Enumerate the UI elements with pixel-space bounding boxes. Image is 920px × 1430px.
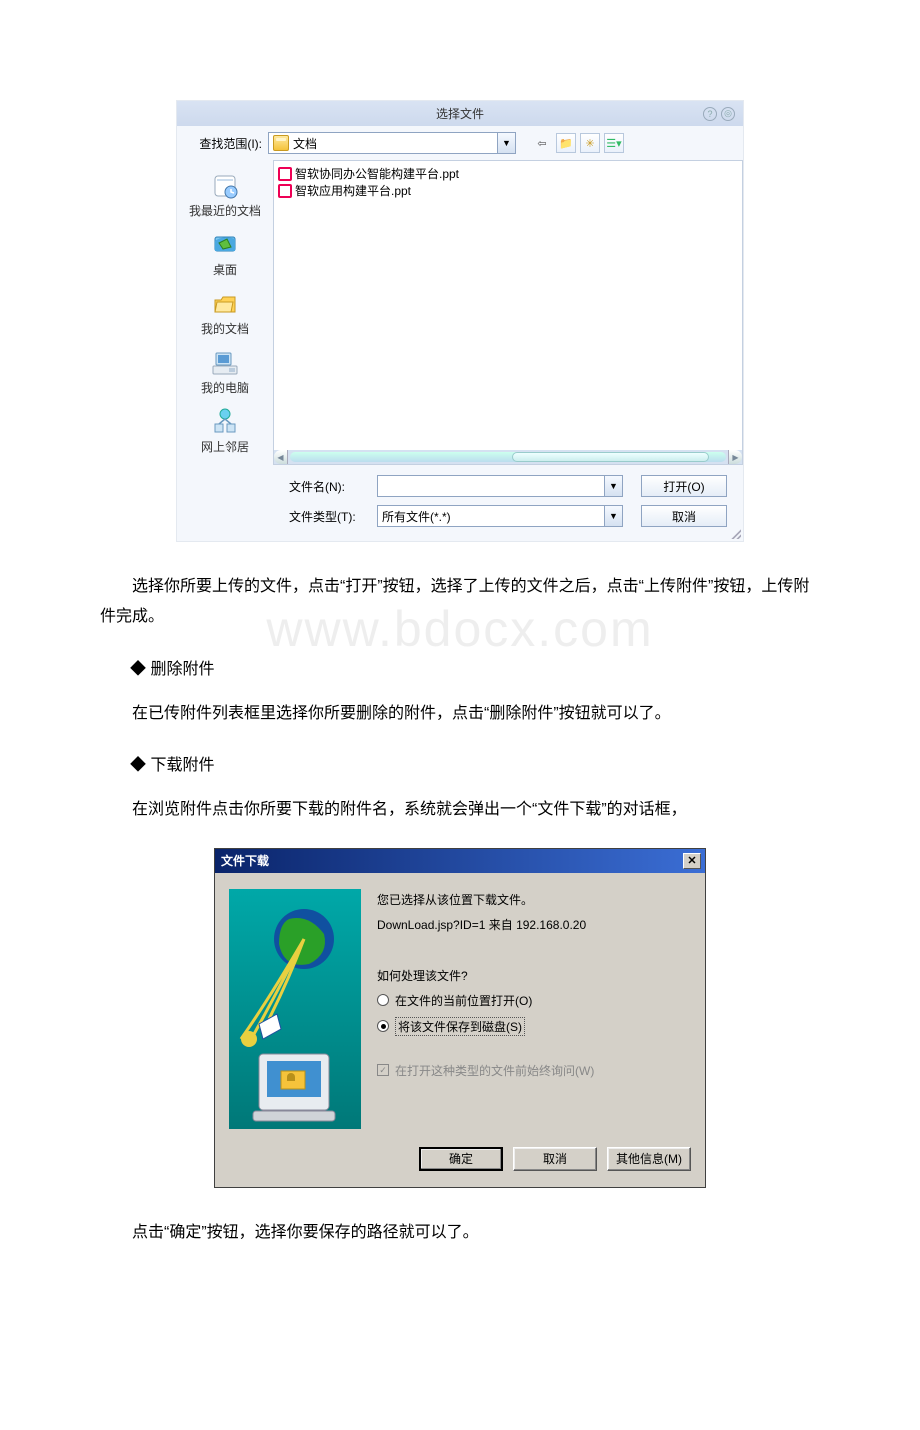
mydocs-icon xyxy=(209,288,241,320)
always-ask-checkbox[interactable]: ✓ 在打开这种类型的文件前始终询问(W) xyxy=(377,1062,691,1079)
place-label: 桌面 xyxy=(213,261,237,278)
file-download-dialog: 文件下载 ✕ 您已选择从该位置下载文件。 DownLoad.jsp?ID=1 来… xyxy=(214,848,706,1188)
back-icon[interactable]: ⇦ xyxy=(532,133,552,153)
paragraph: 在浏览附件点击你所要下载的附件名，系统就会弹出一个“文件下载”的对话框， xyxy=(100,795,820,825)
filetype-value: 所有文件(*.*) xyxy=(378,506,604,526)
place-label: 我的电脑 xyxy=(201,379,249,396)
paragraph: 在已传附件列表框里选择你所要删除的附件，点击“删除附件”按钮就可以了。 xyxy=(100,699,820,729)
ppt-file-icon xyxy=(278,167,292,181)
radio-icon xyxy=(377,994,389,1006)
checkbox-label: 在打开这种类型的文件前始终询问(W) xyxy=(395,1062,594,1079)
file-list[interactable]: 智软协同办公智能构建平台.ppt 智软应用构建平台.ppt ◀ ▶ xyxy=(273,160,743,465)
target-icon[interactable]: ◎ xyxy=(721,107,735,121)
file-chooser-dialog: 选择文件 ? ◎ 查找范围(I): 文档 ▼ ⇦ 📁 ✳ ☰▾ 我最近的文档 xyxy=(176,100,744,542)
recent-icon xyxy=(209,170,241,202)
place-network[interactable]: 网上邻居 xyxy=(201,402,249,459)
radio-save[interactable]: 将该文件保存到磁盘(S) xyxy=(377,1017,691,1036)
folder-icon xyxy=(273,135,289,151)
checkbox-icon: ✓ xyxy=(377,1064,389,1076)
filetype-label: 文件类型(T): xyxy=(289,508,359,525)
radio-label: 在文件的当前位置打开(O) xyxy=(395,992,532,1009)
scroll-left-icon[interactable]: ◀ xyxy=(274,450,288,464)
paragraph: 选择你所要上传的文件，点击“打开”按钮，选择了上传的文件之后，点击“上传附件”按… xyxy=(100,572,820,633)
place-mydocs[interactable]: 我的文档 xyxy=(201,284,249,341)
file-name: 智软协同办公智能构建平台.ppt xyxy=(295,165,459,182)
radio-label: 将该文件保存到磁盘(S) xyxy=(395,1017,525,1036)
bullet-download: ◆ 下载附件 xyxy=(130,751,820,775)
paragraph: 点击“确定”按钮，选择你要保存的路径就可以了。 xyxy=(100,1218,820,1248)
dialog-title-bar: 文件下载 ✕ xyxy=(215,849,705,873)
help-icon[interactable]: ? xyxy=(703,107,717,121)
places-bar: 我最近的文档 桌面 我的文档 我的电脑 网上邻居 xyxy=(177,160,273,465)
place-label: 我最近的文档 xyxy=(189,202,261,219)
look-in-label: 查找范围(I): xyxy=(187,135,262,152)
look-in-combo[interactable]: 文档 ▼ xyxy=(268,132,516,154)
scroll-thumb[interactable] xyxy=(512,452,708,462)
scroll-right-icon[interactable]: ▶ xyxy=(728,450,742,464)
filetype-combo[interactable]: 所有文件(*.*) ▼ xyxy=(377,505,623,527)
place-label: 我的文档 xyxy=(201,320,249,337)
ppt-file-icon xyxy=(278,184,292,198)
scroll-track[interactable] xyxy=(290,452,726,462)
bullet-delete: ◆ 删除附件 xyxy=(130,655,820,679)
cancel-button[interactable]: 取消 xyxy=(513,1147,597,1171)
chevron-down-icon[interactable]: ▼ xyxy=(604,506,622,526)
horizontal-scrollbar[interactable]: ◀ ▶ xyxy=(274,450,742,464)
dialog-title: 选择文件 xyxy=(436,105,484,122)
filename-label: 文件名(N): xyxy=(289,478,359,495)
computer-icon xyxy=(209,347,241,379)
source-line: DownLoad.jsp?ID=1 来自 192.168.0.20 xyxy=(377,916,691,933)
question-label: 如何处理该文件? xyxy=(377,967,691,984)
cancel-button[interactable]: 取消 xyxy=(641,505,727,527)
desktop-icon xyxy=(209,229,241,261)
filename-input[interactable] xyxy=(378,476,604,496)
chevron-down-icon[interactable]: ▼ xyxy=(604,476,622,496)
view-menu-icon[interactable]: ☰▾ xyxy=(604,133,624,153)
ok-button[interactable]: 确定 xyxy=(419,1147,503,1171)
list-item[interactable]: 智软应用构建平台.ppt xyxy=(278,182,738,199)
place-desktop[interactable]: 桌面 xyxy=(209,225,241,282)
place-label: 网上邻居 xyxy=(201,438,249,455)
dialog-title: 文件下载 xyxy=(221,852,269,869)
filename-combo[interactable]: ▼ xyxy=(377,475,623,497)
up-folder-icon[interactable]: 📁 xyxy=(556,133,576,153)
radio-open[interactable]: 在文件的当前位置打开(O) xyxy=(377,992,691,1009)
place-recent[interactable]: 我最近的文档 xyxy=(189,166,261,223)
network-icon xyxy=(209,406,241,438)
list-item[interactable]: 智软协同办公智能构建平台.ppt xyxy=(278,165,738,182)
more-info-button[interactable]: 其他信息(M) xyxy=(607,1147,691,1171)
dialog-title-bar: 选择文件 ? ◎ xyxy=(177,101,743,126)
radio-icon xyxy=(377,1020,389,1032)
place-mycomputer[interactable]: 我的电脑 xyxy=(201,343,249,400)
resize-grip-icon[interactable] xyxy=(729,527,741,539)
look-in-value: 文档 xyxy=(293,135,497,152)
open-button[interactable]: 打开(O) xyxy=(641,475,727,497)
close-icon[interactable]: ✕ xyxy=(683,853,701,869)
download-illustration xyxy=(229,889,361,1129)
info-line: 您已选择从该位置下载文件。 xyxy=(377,891,691,908)
new-folder-icon[interactable]: ✳ xyxy=(580,133,600,153)
chevron-down-icon[interactable]: ▼ xyxy=(497,133,515,153)
file-name: 智软应用构建平台.ppt xyxy=(295,182,411,199)
